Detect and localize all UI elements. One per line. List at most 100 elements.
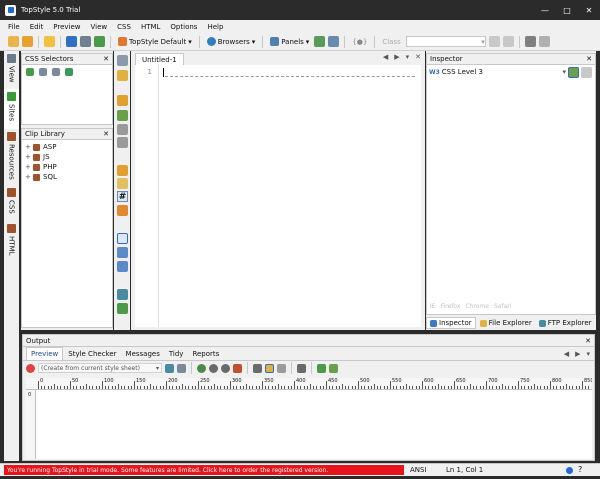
preview-source-select[interactable]: (Create from current style sheet) ▾ — [38, 363, 162, 373]
expand-icon[interactable]: + — [25, 143, 31, 151]
help-icon[interactable]: ? — [578, 465, 582, 474]
back-icon[interactable] — [197, 363, 206, 373]
save-all-icon[interactable] — [80, 36, 91, 47]
close-icon[interactable]: ✕ — [586, 55, 592, 63]
options-icon[interactable] — [329, 363, 338, 373]
tab-messages[interactable]: Messages — [122, 348, 164, 360]
hash-icon[interactable]: # — [117, 191, 128, 202]
device-icon[interactable] — [297, 363, 306, 373]
options-icon[interactable] — [538, 36, 550, 47]
trial-message[interactable]: You're running TopStyle in trial mode. S… — [4, 465, 404, 475]
menu-view[interactable]: View — [91, 23, 108, 31]
tab-sites[interactable]: Sites — [4, 89, 19, 129]
save-icon[interactable] — [66, 36, 77, 47]
expand-icon[interactable]: + — [25, 163, 31, 171]
ruler-icon[interactable] — [253, 363, 262, 373]
wrench-icon[interactable] — [524, 36, 536, 47]
list-item[interactable]: + ASP — [22, 142, 112, 152]
tab-tidy[interactable]: Tidy — [165, 348, 188, 360]
stop-icon[interactable] — [221, 363, 230, 373]
prev-tab-icon[interactable]: ◀ — [564, 350, 569, 358]
code-editor[interactable]: 1 — [135, 65, 421, 327]
tab-resources[interactable]: Resources — [4, 129, 19, 185]
browsers-dropdown[interactable]: Browsers ▾ — [205, 37, 258, 46]
forward-icon[interactable] — [209, 363, 218, 373]
close-icon[interactable]: ✕ — [103, 55, 109, 63]
layout-full-icon[interactable] — [117, 233, 128, 244]
maximize-icon[interactable]: □ — [556, 0, 578, 20]
tab-html[interactable]: HTML — [4, 221, 19, 261]
open-folder-icon[interactable] — [44, 36, 55, 47]
insert-rule-icon[interactable] — [117, 110, 128, 121]
tab-ftp-explorer[interactable]: FTP Explorer — [536, 317, 595, 329]
code-braces-icon[interactable]: {●} — [350, 38, 369, 46]
preview-icon[interactable] — [94, 36, 105, 47]
panels-dropdown[interactable]: Panels ▾ — [268, 37, 311, 46]
refresh-icon[interactable] — [165, 363, 174, 373]
comment-icon[interactable] — [117, 137, 128, 148]
menu-preview[interactable]: Preview — [53, 23, 80, 31]
edit-selector-icon[interactable] — [39, 68, 47, 76]
document-icon[interactable] — [117, 55, 128, 66]
open-external-icon[interactable] — [317, 363, 326, 373]
edit-icon[interactable] — [581, 66, 592, 78]
indent-icon[interactable] — [117, 165, 128, 176]
layout-horizontal-icon[interactable] — [117, 247, 128, 258]
tab-style-checker[interactable]: Style Checker — [64, 348, 120, 360]
tab-css[interactable]: CSS — [4, 185, 19, 221]
tab-untitled-1[interactable]: Untitled-1 — [135, 53, 184, 65]
browser-engine-icon[interactable] — [26, 363, 35, 373]
list-item[interactable]: + JS — [22, 152, 112, 162]
menu-help[interactable]: Help — [207, 23, 223, 31]
new-dropdown-icon[interactable] — [22, 36, 33, 47]
folder-icon[interactable] — [117, 70, 128, 81]
validate-icon[interactable] — [117, 289, 128, 300]
tab-list-icon[interactable]: ▾ — [406, 53, 410, 61]
highlight-icon[interactable] — [265, 363, 274, 373]
apply-class-icon[interactable] — [488, 36, 500, 47]
tab-file-explorer[interactable]: File Explorer — [477, 317, 535, 329]
close-icon[interactable]: ✕ — [585, 337, 591, 345]
list-item[interactable]: + SQL — [22, 172, 112, 182]
style-dropdown[interactable]: TopStyle Default ▾ — [116, 37, 194, 46]
insert-icon[interactable] — [117, 95, 128, 106]
expand-icon[interactable]: + — [25, 153, 31, 161]
link-icon[interactable] — [65, 68, 73, 76]
close-icon[interactable]: ✕ — [103, 130, 109, 138]
reports-icon[interactable] — [117, 303, 128, 314]
next-tab-icon[interactable]: ▶ — [575, 350, 580, 358]
menu-file[interactable]: File — [8, 23, 20, 31]
preview-area[interactable]: 0 50 100 150 200 250 300 350 400 450 500 550 600 650 7… — [26, 378, 592, 459]
menu-options[interactable]: Options — [170, 23, 197, 31]
menu-edit[interactable]: Edit — [30, 23, 44, 31]
image-icon[interactable] — [117, 124, 128, 135]
next-tab-icon[interactable]: ▶ — [394, 53, 399, 61]
menu-html[interactable]: HTML — [141, 23, 160, 31]
list-item[interactable]: + PHP — [22, 162, 112, 172]
color-icon[interactable] — [117, 178, 128, 189]
chevron-down-icon[interactable]: ▾ — [562, 68, 566, 76]
tab-inspector[interactable]: Inspector — [426, 317, 476, 329]
remove-class-icon[interactable] — [502, 36, 514, 47]
close-icon[interactable]: ✕ — [415, 53, 421, 61]
notification-icon[interactable] — [566, 467, 573, 474]
tab-reports[interactable]: Reports — [188, 348, 223, 360]
menu-css[interactable]: CSS — [117, 23, 131, 31]
edit-source-icon[interactable] — [177, 363, 186, 373]
add-selector-icon[interactable] — [26, 68, 34, 76]
expand-icon[interactable]: + — [25, 173, 31, 181]
close-icon[interactable]: ✕ — [578, 0, 600, 20]
pen-icon[interactable] — [117, 205, 128, 216]
search-icon[interactable] — [568, 66, 579, 78]
tab-list-icon[interactable]: ▾ — [586, 350, 590, 358]
tab-view[interactable]: View — [4, 51, 19, 89]
class-combo[interactable]: ▾ — [405, 36, 486, 47]
tab-preview[interactable]: Preview — [26, 347, 64, 360]
layout-vertical-icon[interactable] — [117, 261, 128, 272]
layout-icon[interactable] — [314, 36, 326, 47]
home-icon[interactable] — [233, 363, 242, 373]
new-file-icon[interactable] — [8, 36, 19, 47]
fullscreen-icon[interactable] — [328, 36, 340, 47]
minimize-icon[interactable]: — — [534, 0, 556, 20]
prev-tab-icon[interactable]: ◀ — [383, 53, 388, 61]
